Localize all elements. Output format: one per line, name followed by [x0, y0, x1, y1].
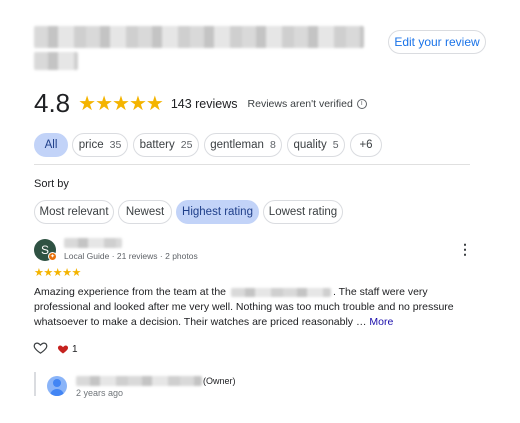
topic-chip-more[interactable]: +6 — [350, 133, 382, 157]
redacted-title-line — [34, 52, 78, 70]
sort-option-label: Highest rating — [182, 206, 253, 218]
chip-label: battery — [139, 139, 175, 151]
sort-label: Sort by — [34, 178, 69, 190]
average-rating: 4.8 — [34, 88, 71, 118]
sort-newest[interactable]: Newest — [118, 200, 172, 224]
chip-count: 35 — [109, 139, 122, 151]
owner-avatar — [47, 376, 67, 396]
chip-label: quality — [293, 139, 327, 151]
review-text-part: Amazing experience from the team at the — [34, 286, 227, 298]
topic-chip-price[interactable]: price 35 — [72, 133, 128, 157]
sort-highest-rating[interactable]: Highest rating — [176, 200, 259, 224]
sort-lowest-rating[interactable]: Lowest rating — [263, 200, 343, 224]
redacted-title-line — [34, 26, 364, 48]
reviewer-name-redacted[interactable] — [64, 238, 122, 248]
review-stars-icon: ★★★★★ — [34, 267, 81, 279]
sort-option-label: Newest — [125, 206, 165, 218]
chip-count: 8 — [269, 139, 276, 151]
chip-label: price — [78, 139, 104, 151]
rating-summary: 4.8 ★★★★★ 143 reviews Reviews aren't ver… — [34, 88, 367, 119]
topic-chip-gentleman[interactable]: gentleman 8 — [204, 133, 282, 157]
topic-chip-all[interactable]: All — [34, 133, 68, 157]
divider — [34, 164, 470, 165]
owner-name-redacted — [76, 376, 202, 386]
like-icon[interactable] — [33, 340, 48, 355]
chip-label: All — [44, 139, 58, 151]
edit-review-button[interactable]: Edit your review — [388, 30, 486, 54]
local-guide-badge-icon: ✦ — [48, 252, 57, 261]
info-icon[interactable]: i — [356, 98, 367, 109]
chip-label: gentleman — [210, 139, 264, 151]
sort-most-relevant[interactable]: Most relevant — [34, 200, 114, 224]
review-count[interactable]: 143 reviews — [171, 97, 238, 111]
review-text: Amazing experience from the team at the … — [34, 285, 474, 330]
chip-count: 25 — [180, 139, 193, 151]
not-verified-label: Reviews aren't verified — [247, 97, 353, 110]
topic-chip-quality[interactable]: quality 5 — [287, 133, 345, 157]
more-options-icon[interactable]: ⋮ — [458, 242, 472, 256]
owner-reply-time: 2 years ago — [76, 388, 124, 398]
chip-count: 5 — [332, 139, 339, 151]
sort-option-label: Lowest rating — [268, 206, 338, 218]
place-name-redacted — [34, 24, 364, 70]
heart-reaction-icon — [57, 345, 69, 354]
not-verified-note[interactable]: Reviews aren't verified i — [248, 98, 367, 110]
rating-stars-icon: ★★★★★ — [78, 93, 164, 115]
owner-tag: (Owner) — [203, 376, 236, 386]
reviewer-info: Local Guide · 21 reviews · 2 photos — [64, 251, 198, 261]
chip-label: +6 — [359, 139, 373, 151]
topic-chip-battery[interactable]: battery 25 — [133, 133, 199, 157]
redacted-business-name — [230, 287, 331, 297]
more-link[interactable]: More — [369, 316, 393, 328]
sort-option-label: Most relevant — [39, 206, 109, 218]
reply-indent-bar — [34, 372, 36, 396]
reaction-count: 1 — [72, 344, 78, 355]
